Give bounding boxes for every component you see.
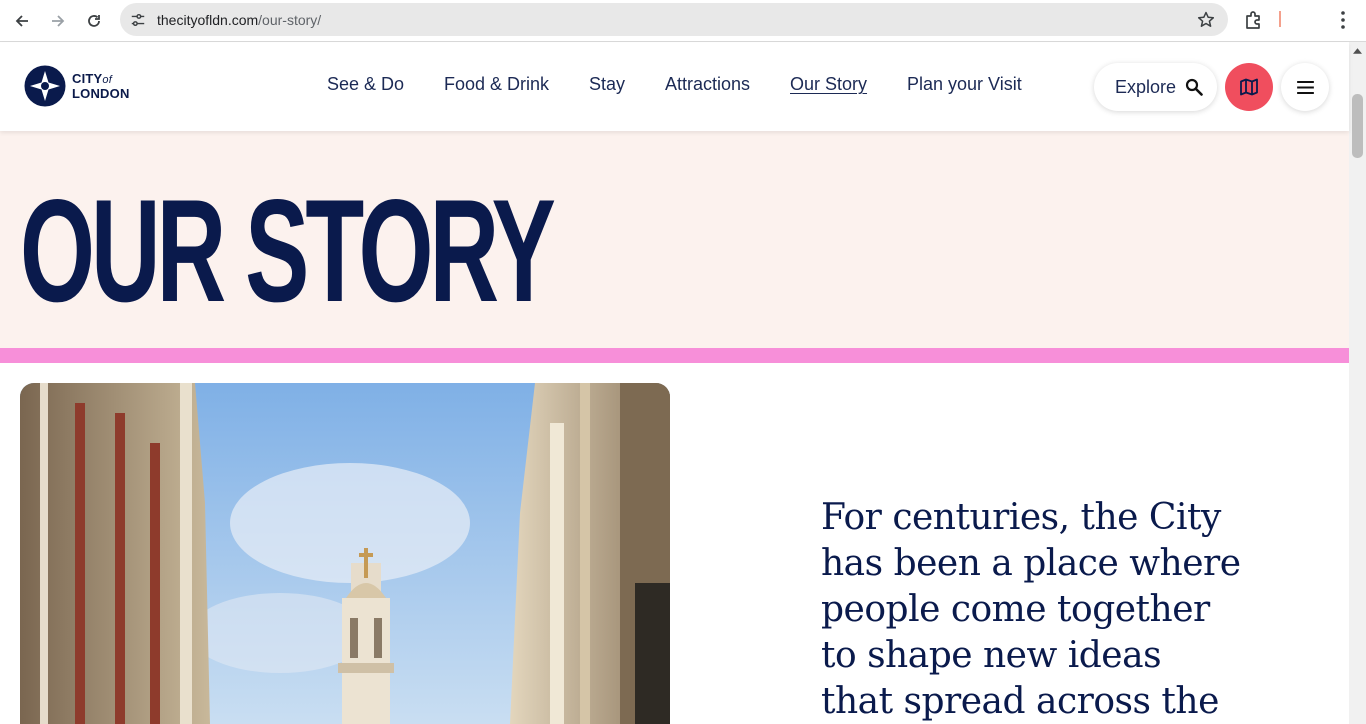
explore-label: Explore — [1115, 76, 1177, 97]
profile-indicator[interactable] — [1279, 11, 1281, 27]
nav-stay[interactable]: Stay — [589, 74, 625, 95]
nav-attractions[interactable]: Attractions — [665, 74, 750, 95]
scroll-up-arrow-icon[interactable] — [1349, 42, 1366, 59]
page-title: OUR STORY — [20, 169, 556, 332]
hero-banner: OUR STORY — [0, 131, 1349, 348]
address-url[interactable]: thecityofldn.com/our-story/ — [157, 12, 321, 28]
nav-our-story[interactable]: Our Story — [790, 74, 867, 95]
site-header: CITYof LONDON See & Do Food & Drink Stay… — [0, 43, 1349, 131]
url-path: /our-story/ — [258, 12, 322, 28]
intro-paragraph: For centuries, the City has been a place… — [821, 497, 1241, 722]
scroll-thumb[interactable] — [1352, 94, 1363, 158]
reload-icon — [88, 15, 100, 27]
logo-line-of: of — [102, 73, 112, 86]
decorative-stripe — [0, 348, 1349, 363]
bookmark-star-icon[interactable] — [1196, 10, 1216, 30]
nav-see-and-do[interactable]: See & Do — [327, 74, 404, 95]
menu-button[interactable] — [1281, 63, 1329, 111]
browser-menu-icon[interactable] — [1335, 9, 1351, 31]
back-arrow-icon — [15, 15, 28, 27]
city-of-london-logo[interactable]: CITYof LONDON — [24, 65, 130, 107]
forward-arrow-icon — [52, 15, 65, 27]
forward-button[interactable] — [45, 8, 71, 34]
address-bar[interactable]: thecityofldn.com/our-story/ — [120, 3, 1228, 36]
url-host: thecityofldn.com — [157, 12, 259, 28]
site-info-icon[interactable] — [128, 10, 148, 30]
explore-button[interactable]: Explore — [1094, 63, 1217, 111]
logo-line-city: CITY — [72, 70, 103, 86]
browser-toolbar: thecityofldn.com/our-story/ — [0, 0, 1366, 42]
search-icon — [1185, 78, 1203, 96]
map-icon — [1240, 78, 1258, 96]
city-of-london-emblem-icon — [24, 65, 66, 107]
page-scrollbar[interactable] — [1349, 42, 1366, 724]
logo-line-london: LONDON — [72, 85, 130, 101]
extensions-icon[interactable] — [1243, 9, 1265, 31]
nav-plan-your-visit[interactable]: Plan your Visit — [907, 74, 1022, 95]
hero-photo-st-pauls — [20, 383, 670, 724]
hamburger-menu-icon — [1296, 80, 1314, 94]
nav-food-and-drink[interactable]: Food & Drink — [444, 74, 549, 95]
back-button[interactable] — [9, 8, 35, 34]
logo-wordmark: CITYof LONDON — [72, 70, 130, 101]
reload-button[interactable] — [81, 8, 107, 34]
map-button[interactable] — [1225, 63, 1273, 111]
